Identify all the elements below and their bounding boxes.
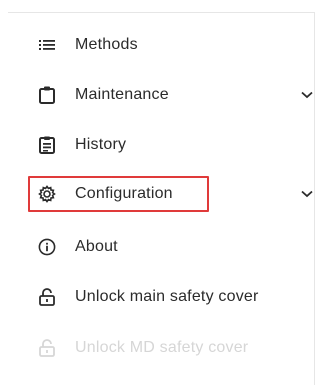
menu-item-label: Maintenance [75,86,169,103]
menu-item-about[interactable]: About [0,230,320,264]
menu-item-configuration[interactable]: Configuration [0,177,320,211]
menu-item-methods[interactable]: Methods [0,28,320,62]
menu-item-maintenance[interactable]: Maintenance [0,78,320,112]
side-menu-panel: Methods Maintenance History Configuratio… [0,0,320,385]
document-list-icon [38,136,56,154]
list-icon [38,36,56,54]
info-icon [38,238,56,256]
menu-item-label: Unlock MD safety cover [75,339,249,356]
unlock-icon [38,288,56,306]
menu-item-unlock-main-safety-cover[interactable]: Unlock main safety cover [0,280,320,314]
menu-item-label: History [75,136,127,153]
menu-item-label: Unlock main safety cover [75,288,259,305]
unlock-icon [38,339,56,357]
panel-top-border [8,12,314,13]
menu-item-label: Methods [75,36,138,53]
menu-item-unlock-md-safety-cover: Unlock MD safety cover [0,331,320,365]
menu-item-label: About [75,238,118,255]
menu-item-label: Configuration [75,185,173,202]
chevron-down-icon[interactable] [300,88,314,102]
gear-icon [38,185,56,203]
chevron-down-icon[interactable] [300,187,314,201]
menu-item-history[interactable]: History [0,128,320,162]
clipboard-icon [38,86,56,104]
